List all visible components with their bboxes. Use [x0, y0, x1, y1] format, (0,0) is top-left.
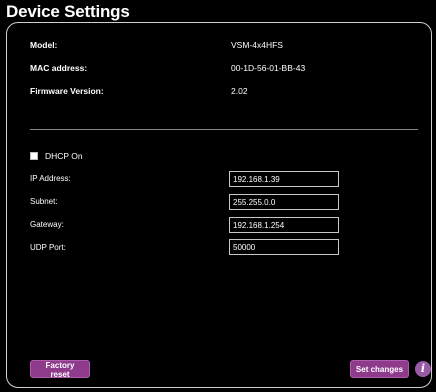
model-value: VSM-4x4HFS [231, 40, 283, 50]
info-icon[interactable]: i [415, 361, 431, 377]
dhcp-checkbox[interactable] [30, 152, 38, 160]
subnet-input[interactable] [229, 194, 339, 210]
ip-address-label: IP Address: [30, 174, 71, 183]
dhcp-label: DHCP On [45, 151, 83, 161]
set-changes-button[interactable]: Set changes [350, 360, 409, 378]
page-title: Device Settings [6, 2, 130, 21]
dhcp-row[interactable]: DHCP On [30, 151, 83, 161]
device-settings-page: Device Settings Model: VSM-4x4HFS MAC ad… [0, 0, 436, 392]
section-divider [30, 129, 418, 130]
model-label: Model: [30, 40, 58, 50]
udp-port-input[interactable] [229, 239, 339, 255]
mac-address-label: MAC address: [30, 63, 88, 73]
mac-address-value: 00-1D-56-01-BB-43 [231, 63, 306, 73]
firmware-version-value: 2.02 [231, 86, 248, 96]
subnet-label: Subnet: [30, 197, 58, 206]
gateway-input[interactable] [229, 217, 339, 233]
gateway-label: Gateway: [30, 220, 64, 229]
ip-address-input[interactable] [229, 171, 339, 187]
udp-port-label: UDP Port: [30, 243, 66, 252]
firmware-version-label: Firmware Version: [30, 86, 104, 96]
factory-reset-button[interactable]: Factory reset [30, 360, 90, 379]
settings-panel [6, 22, 432, 388]
